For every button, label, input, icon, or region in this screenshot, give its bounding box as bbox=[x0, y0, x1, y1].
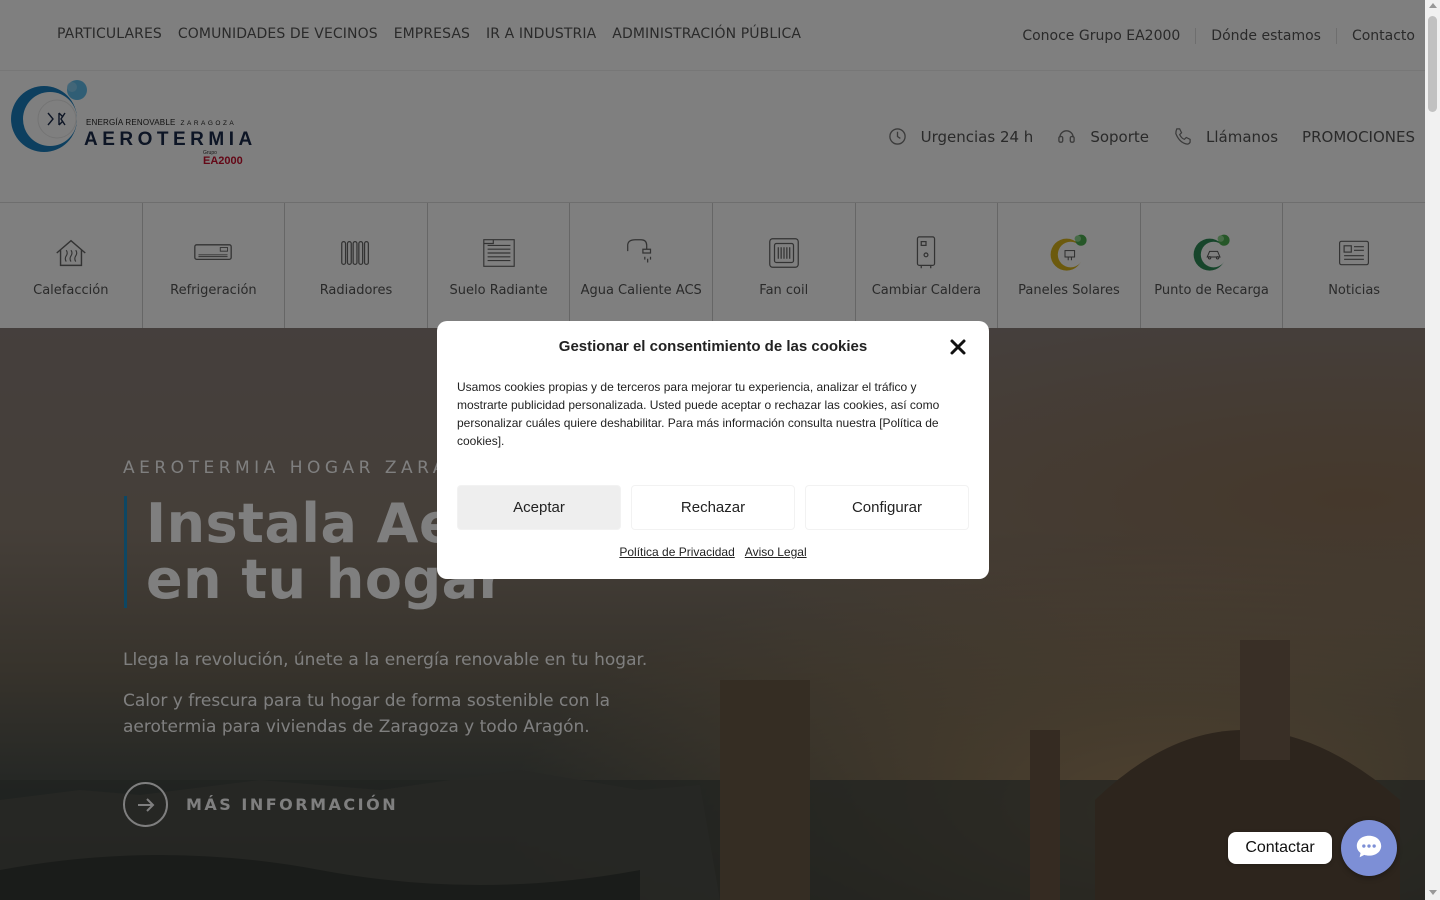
cookie-consent-dialog: Gestionar el consentimiento de las cooki… bbox=[437, 321, 989, 579]
chat-widget-label[interactable]: Contactar bbox=[1228, 832, 1332, 864]
privacy-policy-link[interactable]: Política de Privacidad bbox=[619, 545, 734, 559]
legal-notice-link[interactable]: Aviso Legal bbox=[745, 545, 807, 559]
cookie-dialog-text: Usamos cookies propias y de terceros par… bbox=[457, 380, 940, 448]
chat-widget-button[interactable] bbox=[1341, 820, 1397, 876]
scroll-up-arrow-icon[interactable] bbox=[1429, 3, 1437, 8]
accept-cookies-button[interactable]: Aceptar bbox=[457, 485, 621, 530]
chat-bubble-icon bbox=[1354, 831, 1384, 865]
scroll-down-arrow-icon[interactable] bbox=[1429, 890, 1437, 895]
page-scrollbar[interactable] bbox=[1425, 0, 1440, 900]
cookie-dialog-title: Gestionar el consentimiento de las cooki… bbox=[558, 338, 868, 355]
cookie-dialog-actions: Aceptar Rechazar Configurar bbox=[457, 485, 969, 530]
cookie-dialog-links: Política de Privacidad Aviso Legal bbox=[437, 545, 989, 559]
reject-cookies-button[interactable]: Rechazar bbox=[631, 485, 795, 530]
configure-cookies-button[interactable]: Configurar bbox=[805, 485, 969, 530]
scrollbar-thumb[interactable] bbox=[1428, 16, 1437, 112]
close-icon[interactable] bbox=[949, 338, 967, 356]
